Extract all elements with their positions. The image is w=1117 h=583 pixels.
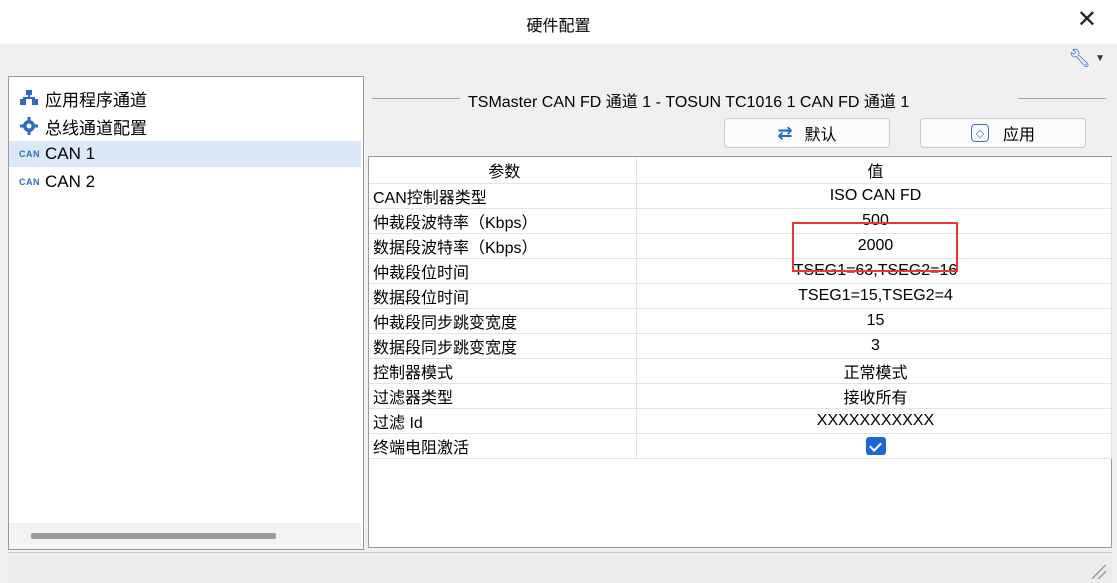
scrollbar-thumb[interactable] (31, 533, 276, 539)
group-title: TSMaster CAN FD 通道 1 - TOSUN TC1016 1 CA… (468, 94, 910, 111)
param-cell: 数据段同步跳变宽度 (369, 333, 637, 359)
table-row[interactable]: 仲裁段位时间 TSEG1=63,TSEG2=16 (369, 258, 1112, 284)
apply-button[interactable]: ◇ 应用 (920, 118, 1086, 148)
default-button[interactable]: ⇄ 默认 (724, 118, 890, 148)
value-cell[interactable]: 2000 (636, 233, 1112, 259)
param-cell: 终端电阻激活 (369, 433, 637, 459)
tree-item-label: CAN 2 (45, 172, 96, 191)
can-icon: CAN (19, 149, 40, 159)
refresh-icon: ⇄ (777, 122, 793, 143)
close-icon[interactable]: ✕ (1077, 8, 1097, 32)
chevron-down-icon: ▼ (1095, 53, 1105, 64)
value-cell[interactable]: ISO CAN FD (636, 183, 1112, 209)
tree-item-can2[interactable]: CAN CAN 2 (19, 169, 95, 195)
toolbar: 🔧︎ ▼ (0, 44, 1117, 74)
table-row[interactable]: 仲裁段波特率（Kbps） 500 (369, 208, 1112, 234)
tree-item-bus-config[interactable]: 总线通道配置 (19, 113, 147, 139)
value-cell[interactable]: 500 (636, 208, 1112, 234)
table-row[interactable]: 数据段位时间 TSEG1=15,TSEG2=4 (369, 283, 1112, 309)
param-cell: 仲裁段同步跳变宽度 (369, 308, 637, 334)
value-cell[interactable]: TSEG1=63,TSEG2=16 (636, 258, 1112, 284)
wrench-icon: 🔧︎ (1068, 48, 1092, 68)
column-header-value: 值 (636, 157, 1112, 184)
window-title: 硬件配置 (526, 18, 591, 35)
tools-menu-button[interactable]: 🔧︎ ▼ (1068, 48, 1105, 69)
gear-icon (19, 116, 39, 136)
param-cell: CAN控制器类型 (369, 183, 637, 209)
tree-item-label: CAN 1 (45, 144, 96, 163)
param-cell: 仲裁段波特率（Kbps） (369, 208, 637, 234)
value-cell[interactable]: 15 (636, 308, 1112, 334)
tree-item-label: 应用程序通道 (45, 90, 147, 110)
termination-resistor-checkbox[interactable] (865, 436, 886, 455)
param-cell: 仲裁段位时间 (369, 258, 637, 284)
status-bar (8, 552, 1112, 583)
horizontal-scrollbar[interactable] (9, 523, 361, 549)
tree-item-label: 总线通道配置 (45, 118, 147, 138)
value-cell[interactable]: 接收所有 (636, 383, 1112, 409)
title-bar: 硬件配置 ✕ (0, 0, 1117, 45)
resize-grip-icon[interactable] (1092, 565, 1106, 579)
value-cell[interactable]: TSEG1=15,TSEG2=4 (636, 283, 1112, 309)
apply-button-label: 应用 (1002, 127, 1035, 144)
group-divider (372, 98, 460, 99)
channel-tree: 应用程序通道 总线通道配置 CAN CAN 1 CAN CAN 2 (8, 76, 364, 550)
hardware-config-window: 硬件配置 ✕ 🔧︎ ▼ 应用程序通道 总线通道配置 CAN CAN 1 CAN … (0, 0, 1117, 583)
param-cell: 过滤 Id (369, 408, 637, 434)
table-row[interactable]: 过滤 Id XXXXXXXXXXX (369, 408, 1112, 434)
column-header-param: 参数 (369, 157, 637, 184)
tree-item-can1[interactable]: CAN CAN 1 (9, 141, 361, 167)
param-cell: 数据段位时间 (369, 283, 637, 309)
value-cell[interactable]: 3 (636, 333, 1112, 359)
channel-settings-panel: TSMaster CAN FD 通道 1 - TOSUN TC1016 1 CA… (368, 76, 1112, 548)
tree-item-app-channel[interactable]: 应用程序通道 (19, 85, 147, 111)
table-row[interactable]: 仲裁段同步跳变宽度 15 (369, 308, 1112, 334)
value-cell[interactable]: 正常模式 (636, 358, 1112, 384)
table-header-row: 参数 值 (369, 157, 1112, 184)
param-cell: 数据段波特率（Kbps） (369, 233, 637, 259)
table-row[interactable]: 终端电阻激活 (369, 433, 1112, 459)
default-button-label: 默认 (804, 127, 837, 144)
app-channel-icon (19, 88, 39, 108)
group-divider (1018, 98, 1106, 99)
table-row[interactable]: 数据段同步跳变宽度 3 (369, 333, 1112, 359)
table-row[interactable]: 过滤器类型 接收所有 (369, 383, 1112, 409)
table-row[interactable]: 控制器模式 正常模式 (369, 358, 1112, 384)
parameter-table: 参数 值 CAN控制器类型 ISO CAN FD 仲裁段波特率（Kbps） 500 … (368, 156, 1112, 548)
apply-icon: ◇ (970, 124, 989, 142)
param-cell: 过滤器类型 (369, 383, 637, 409)
value-cell (636, 433, 1112, 459)
value-cell[interactable]: XXXXXXXXXXX (636, 408, 1112, 434)
table-row[interactable]: 数据段波特率（Kbps） 2000 (369, 233, 1112, 259)
can-icon: CAN (19, 177, 40, 187)
param-cell: 控制器模式 (369, 358, 637, 384)
table-row[interactable]: CAN控制器类型 ISO CAN FD (369, 183, 1112, 209)
